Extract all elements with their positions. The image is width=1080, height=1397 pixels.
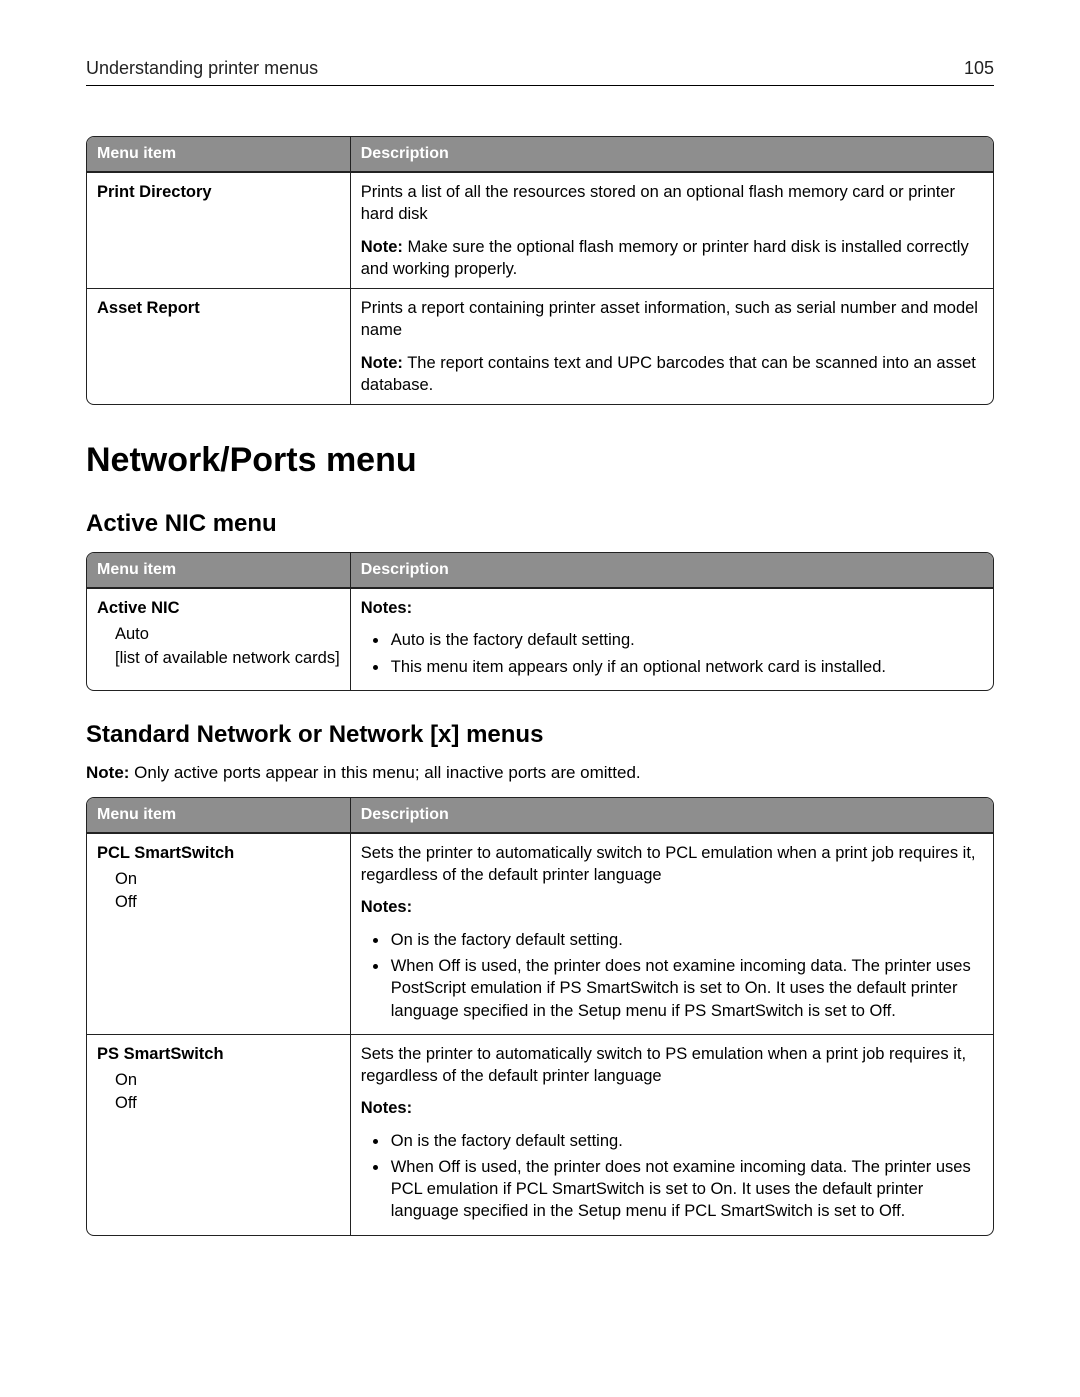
table-header-row: Menu item Description [87, 137, 993, 172]
option: On [115, 868, 340, 890]
menu-item-title: PS SmartSwitch [97, 1043, 340, 1065]
table-row: Active NIC Auto [list of available netwo… [87, 588, 993, 690]
menu-item-cell: Active NIC Auto [list of available netwo… [87, 588, 350, 690]
col-header-description: Description [350, 798, 993, 833]
notes-list: On is the factory default setting. When … [361, 929, 983, 1022]
option: Off [115, 1092, 340, 1114]
note-line: Note: Make sure the optional flash memor… [361, 236, 983, 281]
menu-item-options: On Off [115, 868, 340, 914]
description-cell: Prints a report containing printer asset… [350, 288, 993, 404]
menu-item-cell: PS SmartSwitch On Off [87, 1034, 350, 1235]
col-header-menu-item: Menu item [87, 137, 350, 172]
description-cell: Notes: Auto is the factory default setti… [350, 588, 993, 690]
menu-item-options: Auto [list of available network cards] [115, 623, 340, 669]
description-text: Prints a report containing printer asset… [361, 297, 983, 342]
notes-label: Notes: [361, 1099, 412, 1117]
list-item: When Off is used, the printer does not e… [389, 1156, 983, 1223]
breadcrumb: Understanding printer menus [86, 58, 318, 79]
notes-list: On is the factory default setting. When … [361, 1130, 983, 1223]
note-label: Note: [361, 354, 403, 372]
menu-item-title: Active NIC [97, 597, 340, 619]
menu-item-cell: Asset Report [87, 288, 350, 404]
option: Off [115, 891, 340, 913]
table-row: Print Directory Prints a list of all the… [87, 172, 993, 288]
description-cell: Sets the printer to automatically switch… [350, 1034, 993, 1235]
col-header-description: Description [350, 553, 993, 588]
description-text: Prints a list of all the resources store… [361, 181, 983, 226]
col-header-menu-item: Menu item [87, 798, 350, 833]
list-item: This menu item appears only if an option… [389, 656, 983, 678]
notes-list: Auto is the factory default setting. Thi… [361, 629, 983, 678]
menu-item-title: Print Directory [97, 181, 340, 203]
menu-item-title: PCL SmartSwitch [97, 842, 340, 864]
note-text: Make sure the optional flash memory or p… [361, 238, 969, 278]
subsection-active-nic: Active NIC menu [86, 510, 994, 538]
description-cell: Prints a list of all the resources store… [350, 172, 993, 288]
note-label: Note: [361, 238, 403, 256]
page-number: 105 [964, 58, 994, 79]
description-cell: Sets the printer to automatically switch… [350, 833, 993, 1034]
standard-network-table: Menu item Description PCL SmartSwitch On… [86, 797, 994, 1236]
list-item: On is the factory default setting. [389, 929, 983, 951]
note-text: The report contains text and UPC barcode… [361, 354, 976, 394]
description-text: Sets the printer to automatically switch… [361, 842, 983, 887]
table-row: PS SmartSwitch On Off Sets the printer t… [87, 1034, 993, 1235]
col-header-menu-item: Menu item [87, 553, 350, 588]
page-header: Understanding printer menus 105 [86, 58, 994, 86]
option: Auto [115, 623, 340, 645]
notes-label: Notes: [361, 898, 412, 916]
list-item: Auto is the factory default setting. [389, 629, 983, 651]
description-text: Sets the printer to automatically switch… [361, 1043, 983, 1088]
note-text: Only active ports appear in this menu; a… [129, 763, 640, 782]
menu-item-title: Asset Report [97, 297, 340, 319]
reports-table: Menu item Description Print Directory Pr… [86, 136, 994, 405]
menu-item-options: On Off [115, 1069, 340, 1115]
list-item: When Off is used, the printer does not e… [389, 955, 983, 1022]
intro-note: Note: Only active ports appear in this m… [86, 763, 994, 783]
table-header-row: Menu item Description [87, 798, 993, 833]
option: On [115, 1069, 340, 1091]
active-nic-table: Menu item Description Active NIC Auto [l… [86, 552, 994, 691]
note-line: Note: The report contains text and UPC b… [361, 352, 983, 397]
menu-item-cell: Print Directory [87, 172, 350, 288]
note-label: Note: [86, 763, 129, 782]
list-item: On is the factory default setting. [389, 1130, 983, 1152]
menu-item-cell: PCL SmartSwitch On Off [87, 833, 350, 1034]
notes-label: Notes: [361, 599, 412, 617]
table-row: Asset Report Prints a report containing … [87, 288, 993, 404]
subsection-standard-network: Standard Network or Network [x] menus [86, 721, 994, 749]
table-header-row: Menu item Description [87, 553, 993, 588]
section-title: Network/Ports menu [86, 441, 994, 480]
option: [list of available network cards] [115, 647, 340, 669]
col-header-description: Description [350, 137, 993, 172]
table-row: PCL SmartSwitch On Off Sets the printer … [87, 833, 993, 1034]
